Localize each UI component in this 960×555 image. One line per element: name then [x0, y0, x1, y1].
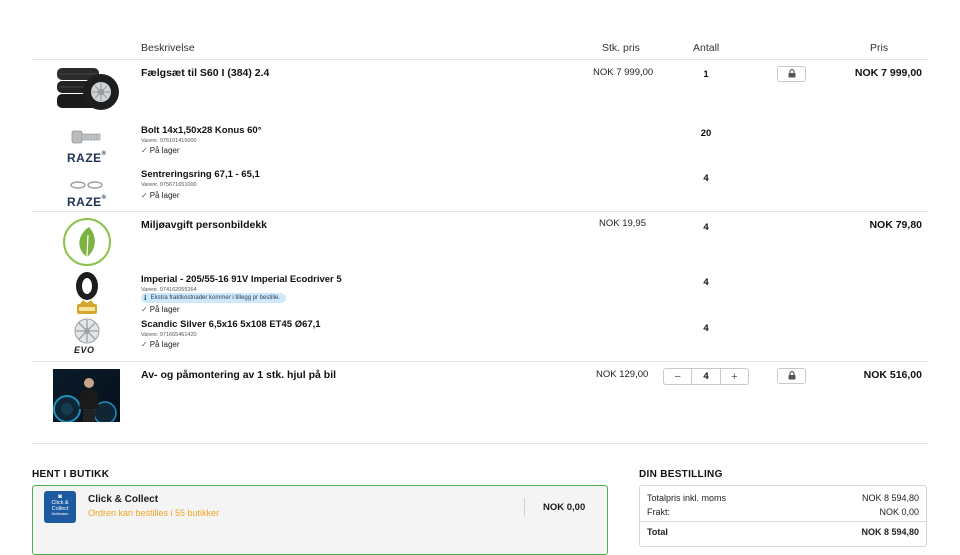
item-quantity-wheel-set: 1: [703, 69, 709, 80]
check-icon: ✓: [141, 305, 148, 314]
bolt-icon: [70, 128, 104, 151]
subtotal-value: NOK 8 594,80: [861, 493, 919, 503]
lock-icon: [788, 65, 796, 83]
column-header-unit-price: Stk. pris: [602, 42, 640, 54]
item-title-mounting[interactable]: Av- og påmontering av 1 stk. hjul på bil: [141, 369, 336, 381]
subitem-quantity-bolt: 20: [700, 128, 712, 139]
shipping-value: NOK 0,00: [879, 507, 919, 517]
evo-logo: EVO: [74, 345, 95, 355]
click-collect-title: Click & Collect: [88, 494, 159, 505]
check-icon: ✓: [141, 340, 148, 349]
raze-logo: RAZE®: [67, 195, 107, 209]
subitem-quantity-tire: 4: [703, 277, 709, 288]
quantity-stepper[interactable]: − 4 +: [663, 368, 749, 385]
click-collect-logo: ◙ Click & Collect Dekkmann: [44, 491, 76, 523]
tire-icon: [74, 271, 100, 322]
leaf-icon: [62, 217, 112, 272]
click-collect-subtitle[interactable]: Ordren kan bestilles i 55 butikker: [88, 508, 219, 518]
stock-status-bolt: ✓ På lager: [141, 146, 180, 155]
column-header-description: Beskrivelse: [141, 42, 195, 54]
stock-status-centering-ring: ✓ På lager: [141, 191, 180, 200]
order-summary-box: Totalpris inkl. moms NOK 8 594,80 Frakt:…: [639, 485, 927, 547]
option-separator: [524, 498, 525, 516]
header-divider: [32, 59, 928, 60]
quantity-value[interactable]: 4: [691, 369, 721, 384]
total-label: Total: [647, 527, 668, 537]
subitem-varenr-bolt: Varenr. 976101415000: [141, 138, 197, 144]
row-divider: [32, 361, 928, 362]
column-header-quantity: Antall: [693, 42, 720, 54]
column-header-price: Pris: [870, 42, 889, 54]
item-title-wheel-set[interactable]: Fælgsæt til S60 I (384) 2.4: [141, 67, 269, 79]
stock-status-tire: ✓ På lager: [141, 305, 180, 314]
subitem-title-centering-ring[interactable]: Sentreringsring 67,1 - 65,1: [141, 169, 260, 180]
subtotal-label: Totalpris inkl. moms: [647, 493, 727, 503]
item-unit-price-mounting: NOK 129,00: [596, 369, 649, 380]
raze-logo: RAZE®: [67, 151, 107, 165]
shipping-label: Frakt:: [647, 507, 671, 517]
subitem-varenr-centering-ring: Varenr. 975671651000: [141, 182, 197, 188]
subitem-varenr-rim: Varenr. 971665461420: [141, 332, 197, 338]
item-unit-price-environmental-fee: NOK 19,95: [599, 218, 646, 229]
item-total-wheel-set: NOK 7 999,00: [854, 67, 922, 79]
order-heading: DIN BESTILLING: [639, 469, 723, 480]
lock-icon: [788, 367, 796, 385]
section-divider: [32, 443, 928, 444]
tire-set-icon: [55, 66, 121, 112]
pickup-heading: HENT I BUTIKK: [32, 469, 110, 480]
total-value: NOK 8 594,80: [861, 527, 919, 537]
centering-ring-icon: [70, 177, 104, 195]
mechanic-photo: [53, 369, 120, 425]
stock-status-rim: ✓ På lager: [141, 340, 180, 349]
item-total-environmental-fee: NOK 79,80: [869, 219, 922, 231]
check-icon: ✓: [141, 146, 148, 155]
click-collect-price: NOK 0,00: [543, 502, 586, 513]
row-divider: [32, 211, 928, 212]
subitem-title-bolt[interactable]: Bolt 14x1,50x28 Konus 60°: [141, 125, 262, 136]
click-collect-option[interactable]: ◙ Click & Collect Dekkmann Click & Colle…: [32, 485, 608, 555]
item-unit-price-wheel-set: NOK 7 999,00: [593, 67, 654, 78]
subitem-title-rim[interactable]: Scandic Silver 6,5x16 5x108 ET45 Ø67,1: [141, 319, 321, 330]
item-total-mounting: NOK 516,00: [863, 369, 922, 381]
lock-quantity-button[interactable]: [777, 368, 806, 384]
shipping-info-badge: ℹ Ekstra fraktkostnader kommer i tillegg …: [141, 293, 287, 303]
subitem-title-tire[interactable]: Imperial - 205/55-16 91V Imperial Ecodri…: [141, 274, 342, 285]
increase-quantity-button[interactable]: +: [721, 369, 748, 384]
item-title-environmental-fee[interactable]: Miljøavgift personbildekk: [141, 219, 267, 231]
item-quantity-environmental-fee: 4: [703, 222, 709, 233]
lock-quantity-button[interactable]: [777, 66, 806, 82]
subitem-quantity-rim: 4: [703, 323, 709, 334]
summary-divider: [640, 521, 926, 522]
info-icon: ℹ: [144, 295, 147, 302]
decrease-quantity-button[interactable]: −: [664, 369, 691, 384]
check-icon: ✓: [141, 191, 148, 200]
subitem-quantity-centering-ring: 4: [703, 173, 709, 184]
